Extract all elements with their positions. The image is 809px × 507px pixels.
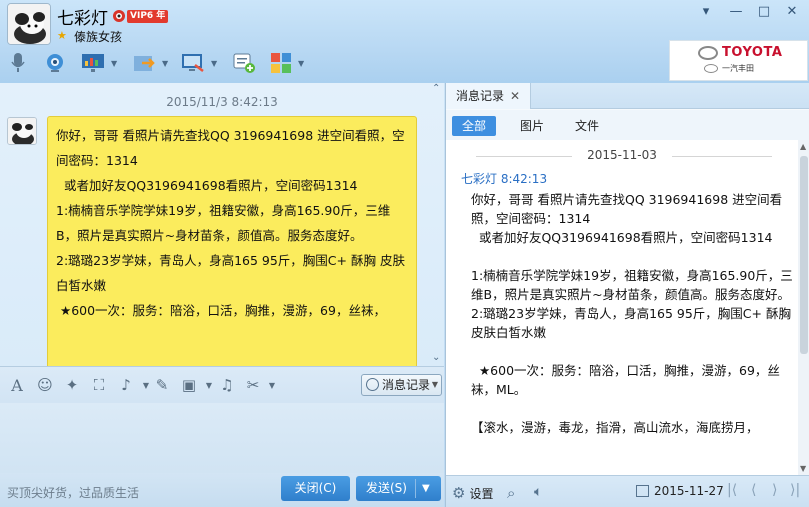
history-footer: ⚙ 设置 ⌕ 🔈︎ 2015-11-27 |⟨ ⟨ ⟩ ⟩| xyxy=(446,475,809,507)
next-page-icon[interactable]: ⟩ xyxy=(772,482,777,498)
send-bar: 买顶尖好货，过品质生活 关闭(C) 发送(S) ▼ xyxy=(0,473,444,507)
date-picker[interactable]: 2015-11-27 xyxy=(636,484,724,498)
scissors-icon[interactable]: ✂ xyxy=(243,375,263,395)
vip-badge[interactable]: VIP6 年 xyxy=(127,10,169,23)
dropdown-button[interactable]: ▾ xyxy=(694,2,718,22)
filter-all[interactable]: 全部 xyxy=(452,116,497,136)
settings-label: 设置 xyxy=(469,486,494,501)
font-icon[interactable]: A xyxy=(7,375,27,395)
message-bubble[interactable]: 你好，哥哥 看照片请先查找QQ 3196941698 进空间看照，空间密码：13… xyxy=(47,116,417,366)
chevron-down-icon[interactable]: ▼ xyxy=(298,59,304,68)
first-page-icon[interactable]: |⟨ xyxy=(727,482,737,498)
message-line: ★600一次：服务：陪浴，口活，胸推，漫游，69，丝袜， xyxy=(56,303,386,318)
message-line: 2:璐璐23岁学妹，青岛人，身高165 95斤，胸围C+ 酥胸 皮肤白皙水嫩 xyxy=(56,253,405,293)
send-label: 发送(S) xyxy=(366,481,407,495)
vip-crown-icon xyxy=(113,10,125,22)
sender-avatar[interactable] xyxy=(7,117,37,145)
close-window-button[interactable]: ✕ xyxy=(780,2,804,22)
speaker-icon[interactable]: 🔈︎ xyxy=(534,484,542,500)
chat-toolbar: ▼ ▼ ▼ ▼ xyxy=(0,50,320,80)
clock-icon xyxy=(366,378,379,391)
contact-name: 七彩灯 xyxy=(57,9,108,29)
title-bar: 七彩灯 VIP6 年 ★ 傣族女孩 ▾ — □ ✕ TOYOTA 一汽丰田 ▼ … xyxy=(0,0,809,83)
chevron-down-icon[interactable]: ▼ xyxy=(211,59,217,68)
history-content: 2015-11-03 七彩灯 8:42:13 你好，哥哥 看照片请先查找QQ 3… xyxy=(446,140,798,475)
history-filter-bar: 全部 图片 文件 xyxy=(446,110,809,140)
maximize-button[interactable]: □ xyxy=(752,2,776,22)
settings-button[interactable]: ⚙ 设置 xyxy=(452,484,493,502)
chevron-down-icon[interactable]: ▼ xyxy=(162,59,168,68)
history-panel: 消息记录 ✕ 全部 图片 文件 2015-11-03 七彩灯 8:42:13 你好… xyxy=(445,83,809,507)
ad-banner[interactable]: TOYOTA 一汽丰田 xyxy=(669,40,808,81)
minimize-button[interactable]: — xyxy=(724,2,748,22)
emoji-icon[interactable]: ☺ xyxy=(35,375,55,395)
send-button[interactable]: 发送(S) ▼ xyxy=(356,476,441,501)
message-line: 1:楠楠音乐学院学妹19岁，祖籍安徽，身高165.90斤，三维B，照片是真实照片… xyxy=(56,203,391,243)
send-options-icon[interactable]: ▼ xyxy=(422,476,430,501)
history-message: 你好，哥哥 看照片请先查找QQ 3196941698 进空间看照，空间密码：13… xyxy=(471,192,793,435)
filter-images[interactable]: 图片 xyxy=(510,116,554,136)
tab-label: 消息记录 xyxy=(456,89,505,103)
microphone-icon[interactable] xyxy=(5,50,31,76)
last-page-icon[interactable]: ⟩| xyxy=(790,482,800,498)
date-label: 2015-11-27 xyxy=(654,484,724,498)
music-icon[interactable]: ♫ xyxy=(217,375,237,395)
previous-page-icon[interactable]: ⟨ xyxy=(751,482,756,498)
faw-logo-icon xyxy=(704,64,718,73)
filter-files[interactable]: 文件 xyxy=(565,116,609,136)
image-icon[interactable]: ▣ xyxy=(179,375,199,395)
screen-share-icon[interactable] xyxy=(80,50,106,76)
toyota-logo-icon xyxy=(698,46,718,60)
gear-icon: ⚙ xyxy=(452,484,466,502)
chevron-down-icon[interactable]: ▼ xyxy=(262,375,282,395)
history-sender: 七彩灯 8:42:13 xyxy=(461,172,548,186)
close-icon[interactable]: ✕ xyxy=(510,89,520,103)
chevron-down-icon[interactable]: ▼ xyxy=(111,59,117,68)
scroll-up-icon[interactable]: ⌃ xyxy=(432,83,440,94)
video-icon[interactable] xyxy=(42,50,68,76)
calendar-icon xyxy=(636,485,649,497)
voice-message-icon[interactable]: ♪ xyxy=(116,375,136,395)
history-date: 2015-11-03 xyxy=(587,148,657,162)
input-toolbar: A ☺ ✦ ⛶ ♪ ▼ ✎ ▣ ▼ ♫ ✂ ▼ 消息记录 ▼ xyxy=(0,366,444,403)
new-note-icon[interactable] xyxy=(231,50,257,76)
chevron-down-icon: ▼ xyxy=(431,380,438,389)
chat-pane: 2015/11/3 8:42:13 ⌃ 你好，哥哥 看照片请先查找QQ 3196… xyxy=(0,83,444,507)
ad-subtitle: 一汽丰田 xyxy=(722,64,754,73)
star-icon: ★ xyxy=(57,29,67,42)
message-line: 你好，哥哥 看照片请先查找QQ 3196941698 进空间看照，空间密码：13… xyxy=(56,128,405,168)
search-icon[interactable]: ⌕ xyxy=(507,484,515,502)
apps-icon[interactable] xyxy=(268,50,294,76)
message-area: 2015/11/3 8:42:13 ⌃ 你好，哥哥 看照片请先查找QQ 3196… xyxy=(0,83,444,366)
history-scrollbar[interactable]: ▲ ▼ xyxy=(798,140,809,475)
tab-message-history[interactable]: 消息记录 ✕ xyxy=(446,83,532,109)
ad-text-link[interactable]: 买顶尖好货，过品质生活 xyxy=(7,484,139,501)
scroll-down-icon[interactable]: ▼ xyxy=(800,464,806,473)
ad-brand: TOYOTA xyxy=(722,45,783,60)
scroll-down-icon[interactable]: ⌄ xyxy=(432,352,440,363)
chevron-down-icon[interactable]: ▼ xyxy=(199,375,219,395)
divider xyxy=(672,156,772,157)
divider xyxy=(415,479,416,498)
close-button[interactable]: 关闭(C) xyxy=(281,476,350,501)
contact-avatar[interactable] xyxy=(7,3,51,45)
screenshot-icon[interactable]: ⛶ xyxy=(89,375,109,395)
edit-icon[interactable]: ✎ xyxy=(152,375,172,395)
contact-signature: 傣族女孩 xyxy=(74,30,123,44)
file-transfer-icon[interactable] xyxy=(132,50,158,76)
message-history-label: 消息记录 xyxy=(382,378,431,392)
scroll-up-icon[interactable]: ▲ xyxy=(800,142,806,151)
message-history-button[interactable]: 消息记录 ▼ xyxy=(361,374,442,396)
message-input[interactable] xyxy=(0,403,444,473)
magic-wand-icon[interactable]: ✦ xyxy=(62,375,82,395)
scrollbar-thumb[interactable] xyxy=(800,156,808,354)
message-line: 或者加好友QQ3196941698看照片，空间密码1314 xyxy=(56,178,358,193)
remote-desktop-icon[interactable] xyxy=(180,50,206,76)
history-tab-bar: 消息记录 ✕ xyxy=(446,83,809,109)
message-timestamp: 2015/11/3 8:42:13 xyxy=(166,95,278,109)
